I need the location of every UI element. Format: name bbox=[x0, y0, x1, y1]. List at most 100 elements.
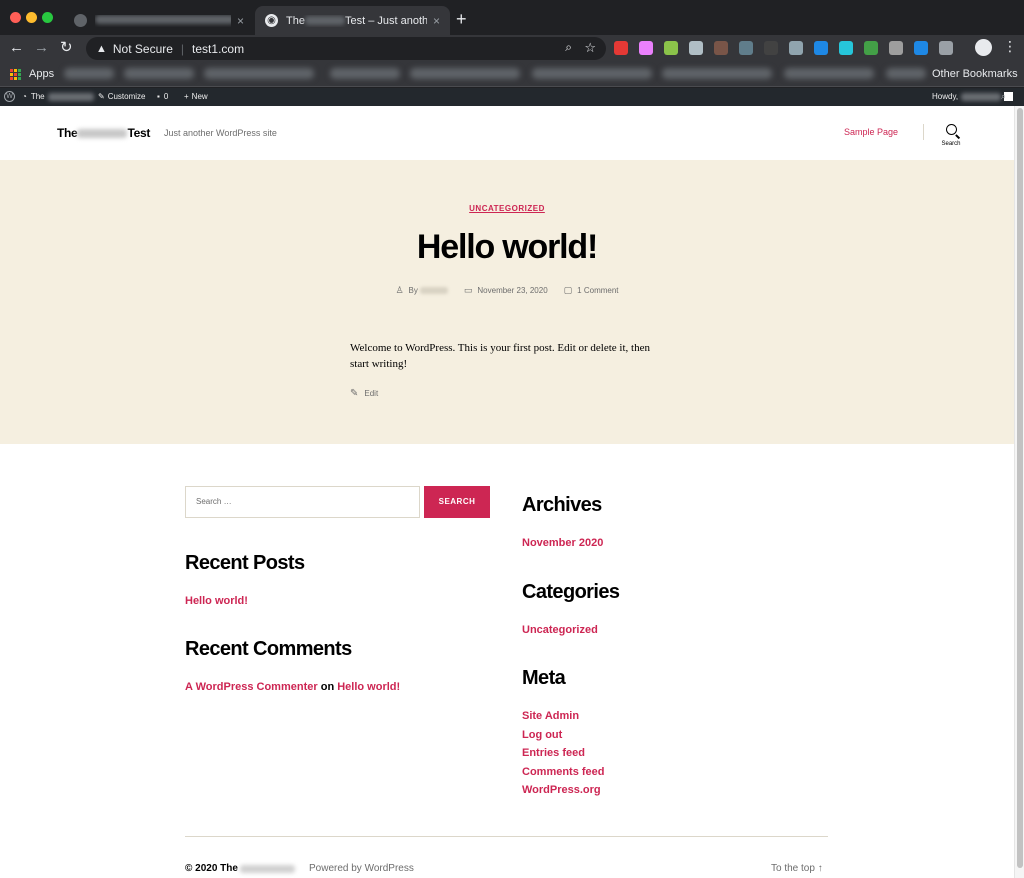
search-toggle-button[interactable]: Search bbox=[936, 124, 966, 147]
admin-site-name[interactable]: ◔ The bbox=[22, 92, 94, 101]
extension-icon[interactable] bbox=[814, 41, 828, 55]
forward-arrow-icon[interactable]: → bbox=[34, 39, 49, 57]
extension-icon[interactable] bbox=[714, 41, 728, 55]
wordpress-logo-icon[interactable]: W bbox=[4, 91, 15, 102]
extension-icon[interactable] bbox=[739, 41, 753, 55]
bookmark-item[interactable] bbox=[410, 68, 520, 79]
admin-new[interactable]: + New bbox=[184, 92, 208, 101]
site-description: Just another WordPress site bbox=[164, 128, 277, 138]
comment-icon: ▪ bbox=[157, 92, 160, 101]
comment-connector: on bbox=[320, 681, 335, 693]
admin-comments[interactable]: ▪ 0 bbox=[157, 92, 168, 101]
extension-icon[interactable] bbox=[939, 41, 953, 55]
wp-admin-bar: W ◔ The ✎ Customize ▪ 0 + New Howdy, ⌕ bbox=[0, 88, 1024, 106]
admin-customize[interactable]: ✎ Customize bbox=[98, 92, 146, 101]
search-icon[interactable]: ⌕ bbox=[1001, 91, 1006, 102]
close-window-button[interactable] bbox=[10, 12, 21, 23]
bookmark-item[interactable] bbox=[662, 68, 772, 79]
comment-author-link[interactable]: A WordPress Commenter bbox=[185, 681, 318, 693]
post-meta: ♙ By ▭ November 23, 2020 ▢ 1 Comment bbox=[0, 285, 1014, 296]
search-input[interactable]: Search … bbox=[185, 486, 420, 518]
star-icon[interactable]: ☆ bbox=[584, 40, 596, 56]
post-content: Welcome to WordPress. This is your first… bbox=[350, 342, 650, 370]
tab-title bbox=[95, 14, 231, 27]
bookmark-item[interactable] bbox=[124, 68, 194, 79]
maximize-window-button[interactable] bbox=[42, 12, 53, 23]
minimize-window-button[interactable] bbox=[26, 12, 37, 23]
extension-icon[interactable] bbox=[789, 41, 803, 55]
extension-icon[interactable] bbox=[914, 41, 928, 55]
apps-bookmark[interactable]: Apps bbox=[29, 68, 54, 80]
site-header: The Test Just another WordPress site Samp… bbox=[0, 106, 1014, 160]
comment-icon: ▢ bbox=[563, 285, 573, 295]
meta-link-wordpress-org[interactable]: WordPress.org bbox=[522, 784, 601, 796]
post-hero: UNCATEGORIZED Hello world! ♙ By ▭ Novemb… bbox=[0, 160, 1014, 444]
meta-link-comments-feed[interactable]: Comments feed bbox=[522, 766, 605, 778]
comment-post-link[interactable]: Hello world! bbox=[337, 681, 400, 693]
extension-icon[interactable] bbox=[664, 41, 678, 55]
address-bar[interactable]: ▲ Not Secure | test1.com ⌕ ☆ bbox=[86, 37, 606, 60]
extension-icon[interactable] bbox=[839, 41, 853, 55]
extension-icon[interactable] bbox=[864, 41, 878, 55]
tab-close-button[interactable]: × bbox=[433, 14, 440, 28]
bookmark-item[interactable] bbox=[330, 68, 400, 79]
extension-icon[interactable] bbox=[889, 41, 903, 55]
bookmark-item[interactable] bbox=[204, 68, 314, 79]
search-toggle-label: Search bbox=[941, 141, 961, 147]
post-date[interactable]: ▭ November 23, 2020 bbox=[464, 285, 548, 296]
page-viewport: The Test Just another WordPress site Samp… bbox=[0, 106, 1024, 878]
browser-tab-active[interactable]: ◉ TheTest – Just another × bbox=[255, 6, 450, 35]
zoom-icon[interactable]: ⌕ bbox=[565, 40, 572, 55]
to-the-top-link[interactable]: To the top ↑ bbox=[771, 863, 823, 874]
meta-link-log-out[interactable]: Log out bbox=[522, 729, 562, 741]
browser-tab[interactable]: × bbox=[64, 6, 254, 35]
post-author[interactable]: ♙ By bbox=[395, 285, 448, 296]
site-title[interactable]: The Test bbox=[57, 126, 150, 140]
new-tab-button[interactable]: + bbox=[456, 10, 467, 28]
search-form: Search … SEARCH bbox=[185, 486, 490, 518]
scrollbar-thumb[interactable] bbox=[1017, 108, 1023, 868]
tab-title: TheTest – Just another bbox=[286, 14, 427, 27]
post-category-link[interactable]: UNCATEGORIZED bbox=[0, 204, 1014, 213]
bookmark-item[interactable] bbox=[784, 68, 874, 79]
warning-icon: ▲ bbox=[96, 42, 107, 55]
widget-title-meta: Meta bbox=[522, 667, 566, 689]
widget-title-archives: Archives bbox=[522, 494, 602, 516]
footer-powered-by[interactable]: Powered by WordPress bbox=[309, 863, 414, 874]
archive-link[interactable]: November 2020 bbox=[522, 537, 603, 549]
category-link[interactable]: Uncategorized bbox=[522, 624, 598, 636]
edit-icon: ✎ bbox=[350, 388, 359, 399]
apps-grid-icon[interactable] bbox=[10, 69, 21, 80]
meta-link-site-admin[interactable]: Site Admin bbox=[522, 710, 579, 722]
extension-icon[interactable] bbox=[614, 41, 628, 55]
post-comments-link[interactable]: ▢ 1 Comment bbox=[564, 285, 619, 296]
brush-icon: ✎ bbox=[98, 92, 105, 101]
footer-copyright[interactable]: © 2020 The bbox=[185, 863, 295, 874]
widget-title-categories: Categories bbox=[522, 581, 620, 603]
bookmark-item[interactable] bbox=[886, 68, 926, 79]
post-edit-link[interactable]: ✎ Edit bbox=[350, 388, 378, 399]
bookmark-item[interactable] bbox=[64, 68, 114, 79]
reload-icon[interactable]: ↻ bbox=[60, 39, 73, 57]
calendar-icon: ▭ bbox=[463, 285, 473, 295]
url-text: test1.com bbox=[192, 41, 245, 56]
user-icon: ♙ bbox=[395, 285, 404, 295]
extension-icon[interactable] bbox=[689, 41, 703, 55]
search-submit-button[interactable]: SEARCH bbox=[424, 486, 490, 518]
widget-title-recent-posts: Recent Posts bbox=[185, 552, 305, 574]
more-menu-icon[interactable]: ⋮ bbox=[1003, 38, 1017, 55]
back-arrow-icon[interactable]: ← bbox=[9, 39, 24, 57]
extension-icon[interactable] bbox=[639, 41, 653, 55]
globe-icon: ◉ bbox=[265, 14, 278, 27]
menu-item-sample-page[interactable]: Sample Page bbox=[844, 127, 898, 137]
recent-post-link[interactable]: Hello world! bbox=[185, 595, 248, 607]
header-divider bbox=[923, 124, 924, 140]
meta-link-entries-feed[interactable]: Entries feed bbox=[522, 747, 585, 759]
other-bookmarks[interactable]: Other Bookmarks bbox=[932, 68, 1018, 80]
extension-icon[interactable] bbox=[764, 41, 778, 55]
tab-close-button[interactable]: × bbox=[237, 14, 244, 28]
profile-avatar[interactable] bbox=[975, 39, 992, 56]
globe-icon bbox=[74, 14, 87, 27]
scrollbar[interactable] bbox=[1014, 106, 1024, 878]
bookmark-item[interactable] bbox=[532, 68, 652, 79]
